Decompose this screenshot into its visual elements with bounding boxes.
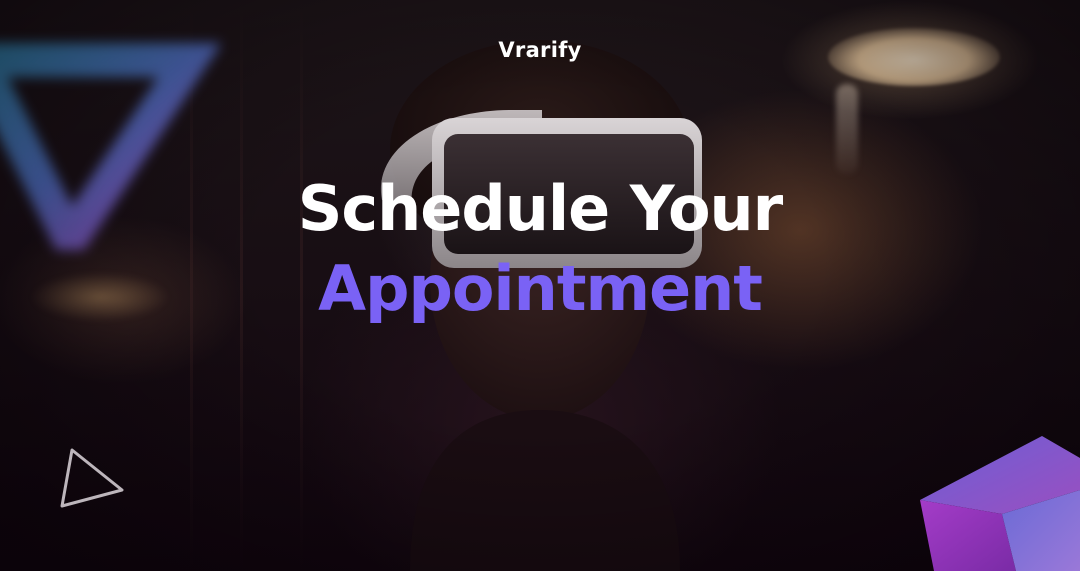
- cube-icon: [920, 436, 1080, 571]
- headline-line-2: Appointment: [318, 252, 763, 325]
- triangle-outline-icon: [60, 448, 124, 508]
- headline-line-1: Schedule Your: [297, 172, 784, 245]
- brand-name: Vrarify: [498, 38, 582, 62]
